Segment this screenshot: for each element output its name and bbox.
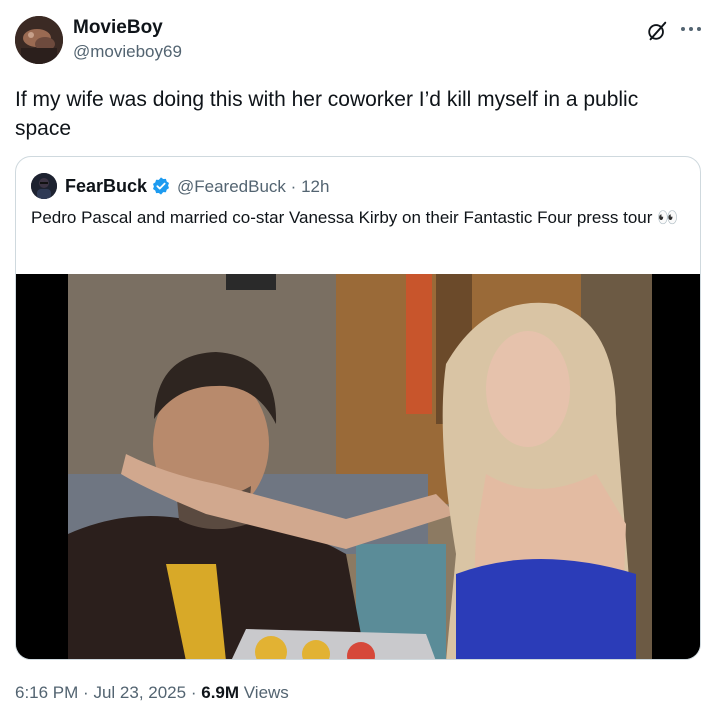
post-date[interactable]: Jul 23, 2025 <box>93 683 186 702</box>
author-handle[interactable]: @movieboy69 <box>73 42 182 62</box>
quoted-tweet-text: Pedro Pascal and married co-star Vanessa… <box>31 208 679 227</box>
more-icon[interactable] <box>678 18 704 40</box>
quoted-time[interactable]: 12h <box>301 177 329 196</box>
quoted-meta: @FearedBuck · 12h <box>177 177 329 197</box>
author-name[interactable]: MovieBoy <box>73 17 163 39</box>
author-avatar[interactable] <box>15 16 63 64</box>
tweet-text: If my wife was doing this with her cowor… <box>15 88 639 140</box>
footer-separator-2: · <box>190 683 197 702</box>
quoted-author-avatar[interactable] <box>31 173 57 199</box>
verified-badge-icon <box>153 177 169 195</box>
quoted-media-image[interactable] <box>16 274 700 659</box>
views-count: 6.9M <box>201 683 240 702</box>
post-time[interactable]: 6:16 PM <box>15 683 78 702</box>
views-label: Views <box>243 683 289 702</box>
grok-icon[interactable] <box>646 20 668 42</box>
tweet-footer: 6:16 PM · Jul 23, 2025 · 6.9M Views <box>15 683 289 703</box>
meta-separator: · <box>290 177 297 196</box>
footer-separator: · <box>83 683 89 702</box>
quoted-author-name[interactable]: FearBuck <box>65 176 147 197</box>
quoted-tweet-card[interactable]: FearBuck @FearedBuck · 12h Pedro Pascal … <box>15 156 701 660</box>
quoted-handle[interactable]: @FearedBuck <box>177 177 286 196</box>
